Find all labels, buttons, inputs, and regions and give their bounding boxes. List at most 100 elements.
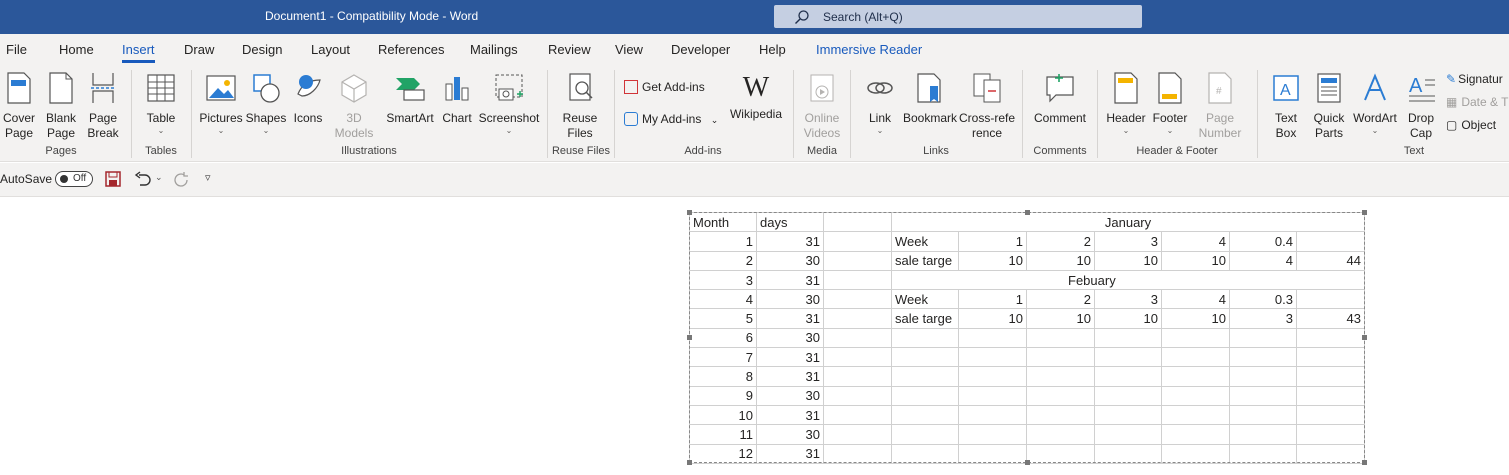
table-cell[interactable] — [1026, 327, 1095, 349]
table-cell[interactable] — [1229, 404, 1297, 426]
table-cell[interactable] — [823, 308, 892, 329]
table-cell[interactable] — [823, 443, 892, 464]
table-cell[interactable] — [891, 404, 959, 426]
table-cell[interactable]: 0.3 — [1229, 289, 1297, 310]
table-cell[interactable] — [1296, 443, 1365, 464]
signature-line-button[interactable]: ✎ Signatur — [1446, 72, 1503, 86]
reuse-files-button[interactable]: Reuse Files — [556, 72, 604, 141]
month-cell[interactable]: 4 — [689, 289, 757, 310]
table-cell[interactable]: 10 — [1094, 250, 1162, 271]
table-cell[interactable]: 3 — [1229, 308, 1297, 329]
tab-layout[interactable]: Layout — [311, 42, 350, 57]
month-cell[interactable]: 7 — [689, 347, 757, 368]
tab-references[interactable]: References — [378, 42, 444, 57]
wikipedia-button[interactable]: W Wikipedia — [728, 72, 784, 122]
text-box-button[interactable]: A Text Box — [1264, 72, 1308, 141]
table-cell[interactable]: 10 — [958, 308, 1027, 329]
page-number-button[interactable]: # Page Number — [1192, 72, 1248, 141]
table-cell[interactable] — [823, 327, 892, 349]
my-addins-button[interactable]: My Add-ins ⌄ — [624, 112, 718, 126]
table-cell[interactable] — [1026, 347, 1095, 368]
days-cell[interactable]: 30 — [756, 385, 824, 406]
month-cell[interactable]: 5 — [689, 308, 757, 329]
table-cell[interactable]: 1 — [958, 289, 1027, 310]
header-days[interactable]: days — [756, 211, 824, 233]
days-cell[interactable]: 30 — [756, 289, 824, 310]
header-month[interactable]: Month — [689, 211, 757, 233]
table-cell[interactable]: 10 — [1161, 308, 1230, 329]
table-cell[interactable] — [1296, 231, 1365, 252]
table-cell[interactable] — [1296, 289, 1365, 310]
undo-dropdown-icon[interactable]: ⌄ — [155, 172, 163, 183]
days-cell[interactable]: 31 — [756, 443, 824, 464]
table-cell[interactable]: 3 — [1094, 289, 1162, 310]
table-cell[interactable] — [1094, 404, 1162, 426]
table-cell[interactable] — [891, 385, 959, 406]
table-cell[interactable] — [1161, 327, 1230, 349]
drop-cap-button[interactable]: A Drop Cap — [1400, 72, 1442, 141]
table-cell[interactable] — [823, 404, 892, 426]
table-cell[interactable] — [958, 366, 1027, 387]
table-cell[interactable] — [958, 347, 1027, 368]
table-cell[interactable] — [1229, 424, 1297, 445]
jan-week-label[interactable]: Week — [891, 231, 959, 252]
feb-target-label[interactable]: sale targe — [891, 308, 959, 329]
tab-draw[interactable]: Draw — [184, 42, 214, 57]
table-cell[interactable]: 10 — [958, 250, 1027, 271]
object-button[interactable]: ▢ Object — [1446, 118, 1496, 132]
tab-review[interactable]: Review — [548, 42, 591, 57]
cover-page-button[interactable]: Cover Page — [0, 72, 38, 141]
days-cell[interactable]: 31 — [756, 347, 824, 368]
month-cell[interactable]: 11 — [689, 424, 757, 445]
table-cell[interactable] — [1026, 443, 1095, 464]
table-cell[interactable]: 44 — [1296, 250, 1365, 271]
days-cell[interactable]: 31 — [756, 231, 824, 252]
table-cell[interactable] — [891, 366, 959, 387]
table-cell[interactable] — [1229, 366, 1297, 387]
table-cell[interactable] — [823, 347, 892, 368]
days-cell[interactable]: 31 — [756, 308, 824, 329]
cross-reference-button[interactable]: Cross-reference — [958, 72, 1016, 141]
table-cell[interactable] — [823, 289, 892, 310]
days-cell[interactable]: 31 — [756, 269, 824, 291]
get-addins-button[interactable]: Get Add-ins — [624, 80, 705, 94]
table-cell[interactable] — [1229, 327, 1297, 349]
table-cell[interactable] — [823, 366, 892, 387]
table-cell[interactable] — [891, 327, 959, 349]
days-cell[interactable]: 30 — [756, 250, 824, 271]
tab-developer[interactable]: Developer — [671, 42, 730, 57]
tab-help[interactable]: Help — [759, 42, 786, 57]
table-cell[interactable] — [1229, 385, 1297, 406]
table-cell[interactable] — [1026, 385, 1095, 406]
bookmark-button[interactable]: Bookmark — [902, 72, 958, 126]
footer-button[interactable]: Footer ⌄ — [1148, 72, 1192, 136]
tab-design[interactable]: Design — [242, 42, 282, 57]
table-cell[interactable] — [891, 443, 959, 464]
table-cell[interactable]: 0.4 — [1229, 231, 1297, 252]
table-cell[interactable]: 4 — [1161, 231, 1230, 252]
table-cell[interactable] — [1296, 404, 1365, 426]
table-cell[interactable]: 1 — [958, 231, 1027, 252]
table-cell[interactable] — [958, 404, 1027, 426]
table-cell[interactable] — [1296, 366, 1365, 387]
jan-target-label[interactable]: sale targe — [891, 250, 959, 271]
search-box[interactable]: Search (Alt+Q) — [774, 5, 1142, 28]
3d-models-button[interactable]: 3D Models — [330, 72, 378, 141]
resize-handle[interactable] — [687, 335, 692, 340]
icons-button[interactable]: Icons — [290, 72, 326, 126]
blank-page-button[interactable]: Blank Page — [42, 72, 80, 141]
table-cell[interactable] — [1161, 443, 1230, 464]
table-cell[interactable] — [1296, 385, 1365, 406]
table-cell[interactable] — [891, 347, 959, 368]
table-cell[interactable] — [823, 250, 892, 271]
month-cell[interactable]: 6 — [689, 327, 757, 349]
table-cell[interactable] — [1094, 347, 1162, 368]
table-cell[interactable]: 10 — [1161, 250, 1230, 271]
resize-handle[interactable] — [687, 460, 692, 465]
month-cell[interactable]: 10 — [689, 404, 757, 426]
table-cell[interactable] — [958, 443, 1027, 464]
tab-view[interactable]: View — [615, 42, 643, 57]
table-cell[interactable] — [1296, 327, 1365, 349]
resize-handle[interactable] — [1362, 460, 1367, 465]
table-cell[interactable] — [1094, 443, 1162, 464]
